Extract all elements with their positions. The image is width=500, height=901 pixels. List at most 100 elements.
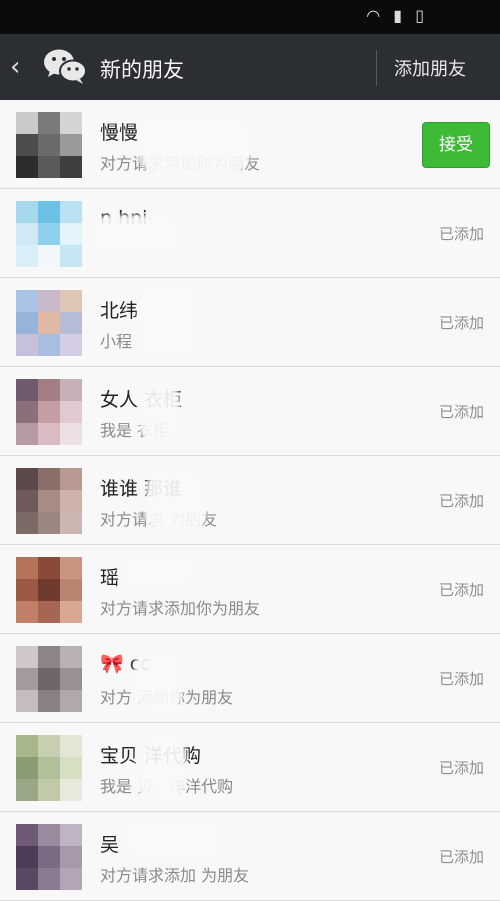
avatar-pixel	[38, 334, 60, 356]
avatar-pixel	[38, 468, 60, 490]
avatar-pixel	[38, 201, 60, 223]
wechat-logo-icon	[44, 49, 87, 84]
added-status: 已添加	[438, 759, 484, 777]
avatar-pixel	[60, 868, 82, 890]
avatar-pixel	[60, 401, 82, 423]
avatar	[16, 201, 82, 267]
avatar-pixel	[38, 557, 60, 579]
avatar-pixel	[16, 690, 38, 712]
avatar-pixel	[38, 490, 60, 512]
avatar-pixel	[16, 579, 38, 601]
list-item[interactable]: 瑶 对方请求添加你为朋友 已添加	[0, 545, 500, 634]
avatar-pixel	[60, 690, 82, 712]
avatar-pixel	[60, 245, 82, 267]
privacy-blur	[140, 114, 250, 174]
avatar-pixel	[60, 156, 82, 178]
new-friends-list: 慢慢 对方请求添加你为朋友 接受 n hni 已添加 北纬 小程 已添加 女人 …	[0, 100, 500, 901]
friend-message: 对方请求添加你为朋友	[100, 599, 261, 618]
avatar-pixel	[16, 223, 38, 245]
avatar-pixel	[60, 134, 82, 156]
avatar-pixel	[38, 156, 60, 178]
avatar-pixel	[38, 579, 60, 601]
back-icon[interactable]: ‹	[10, 52, 20, 82]
avatar-pixel	[16, 290, 38, 312]
avatar-pixel	[38, 868, 60, 890]
avatar-pixel	[38, 401, 60, 423]
accept-button[interactable]: 接受	[422, 122, 490, 168]
avatar-pixel	[60, 846, 82, 868]
avatar-pixel	[60, 290, 82, 312]
avatar-pixel	[16, 334, 38, 356]
avatar-pixel	[16, 401, 38, 423]
avatar-pixel	[16, 557, 38, 579]
avatar-pixel	[16, 646, 38, 668]
privacy-blur	[146, 468, 206, 534]
avatar-pixel	[60, 779, 82, 801]
avatar-pixel	[16, 868, 38, 890]
list-item[interactable]: 🎀 cc 对方 添加你为朋友 已添加	[0, 634, 500, 723]
avatar-pixel	[38, 423, 60, 445]
avatar	[16, 112, 82, 178]
page-title: 新的朋友	[100, 58, 184, 82]
added-status: 已添加	[438, 225, 484, 243]
avatar-pixel	[38, 646, 60, 668]
avatar-pixel	[60, 512, 82, 534]
privacy-blur	[124, 820, 224, 860]
privacy-blur	[90, 215, 180, 255]
avatar-pixel	[38, 601, 60, 623]
avatar-pixel	[16, 379, 38, 401]
list-item[interactable]: 宝贝 洋代购 我是 贝，洋洋代购 已添加	[0, 723, 500, 812]
privacy-blur	[136, 735, 186, 801]
avatar	[16, 824, 82, 890]
avatar-pixel	[60, 223, 82, 245]
list-item[interactable]: 吴 对方请求添加 为朋友 已添加	[0, 812, 500, 901]
avatar-pixel	[16, 512, 38, 534]
avatar-pixel	[16, 134, 38, 156]
privacy-blur	[138, 284, 200, 354]
added-status: 已添加	[438, 848, 484, 866]
list-item[interactable]: 女人 衣柜 我是 衣柜 已添加	[0, 367, 500, 456]
avatar-pixel	[16, 468, 38, 490]
status-bar: ◠ ▮ ▯	[0, 0, 500, 34]
avatar-pixel	[60, 557, 82, 579]
avatar-pixel	[38, 690, 60, 712]
header-divider	[376, 50, 377, 86]
avatar-pixel	[38, 824, 60, 846]
privacy-blur	[124, 555, 196, 589]
avatar-pixel	[60, 334, 82, 356]
list-item[interactable]: 慢慢 对方请求添加你为朋友 接受	[0, 100, 500, 189]
avatar-pixel	[38, 735, 60, 757]
avatar-pixel	[38, 223, 60, 245]
avatar-pixel	[16, 846, 38, 868]
avatar-pixel	[38, 134, 60, 156]
avatar-pixel	[16, 735, 38, 757]
avatar-pixel	[16, 156, 38, 178]
signal-icons: ◠ ▮ ▯	[366, 6, 428, 25]
added-status: 已添加	[438, 581, 484, 599]
avatar	[16, 557, 82, 623]
friend-message: 对方请求添加 为朋友	[100, 866, 250, 885]
add-friend-button[interactable]: 添加朋友	[394, 55, 466, 81]
avatar-pixel	[38, 779, 60, 801]
avatar-pixel	[60, 824, 82, 846]
avatar-pixel	[60, 379, 82, 401]
privacy-blur	[140, 381, 180, 445]
avatar-pixel	[60, 668, 82, 690]
avatar-pixel	[38, 290, 60, 312]
avatar-pixel	[16, 668, 38, 690]
added-status: 已添加	[438, 314, 484, 332]
added-status: 已添加	[438, 403, 484, 421]
list-item[interactable]: 北纬 小程 已添加	[0, 278, 500, 367]
list-item[interactable]: 谁谁 那谁 对方请求 为朋友 已添加	[0, 456, 500, 545]
avatar-pixel	[60, 490, 82, 512]
avatar-pixel	[16, 779, 38, 801]
added-status: 已添加	[438, 492, 484, 510]
avatar-pixel	[38, 379, 60, 401]
avatar-pixel	[60, 757, 82, 779]
avatar-pixel	[60, 468, 82, 490]
avatar	[16, 646, 82, 712]
avatar	[16, 290, 82, 356]
list-item[interactable]: n hni 已添加	[0, 189, 500, 278]
avatar-pixel	[60, 112, 82, 134]
avatar-pixel	[60, 579, 82, 601]
